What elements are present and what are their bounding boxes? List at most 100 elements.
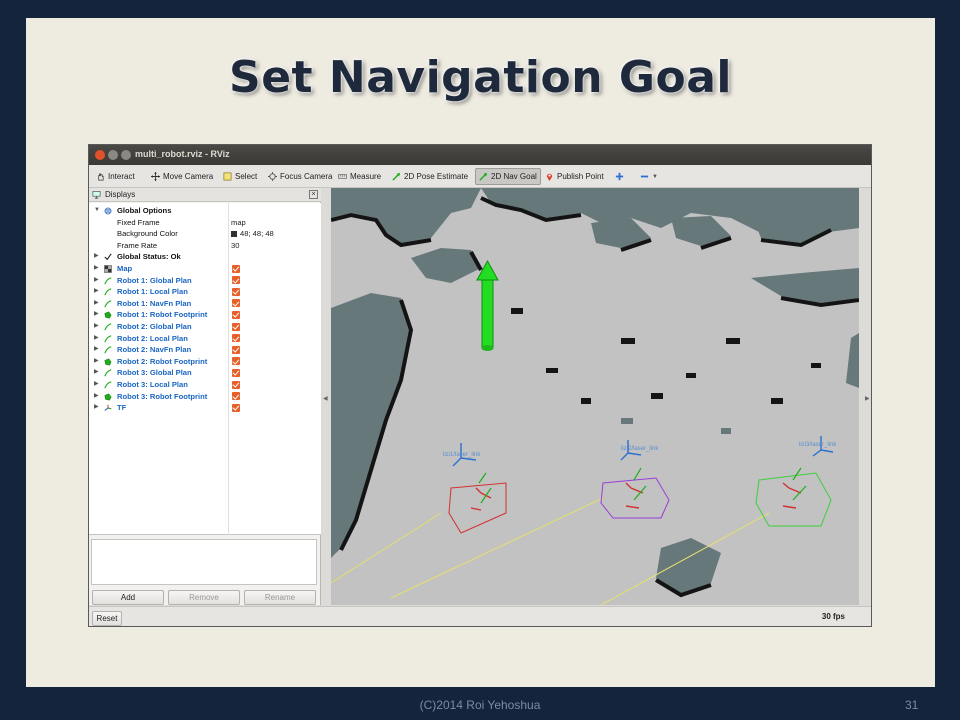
enable-checkbox[interactable] [232, 276, 240, 285]
expand-right-icon[interactable]: ▶ [94, 402, 99, 414]
expand-right-icon[interactable]: ▶ [94, 356, 99, 368]
tool-2d-nav-goal[interactable]: 2D Nav Goal [475, 168, 541, 185]
maximize-window-icon[interactable] [121, 150, 131, 160]
display-row[interactable]: Background Color 48; 48; 48 [89, 228, 321, 240]
display-row[interactable]: ▶ Robot 1: Local Plan [89, 286, 321, 298]
enable-checkbox[interactable] [232, 368, 240, 377]
display-row[interactable]: ▶ Robot 2: Global Plan [89, 321, 321, 333]
display-row[interactable]: ▶ Robot 1: Robot Footprint [89, 309, 321, 321]
remove-display-button[interactable]: Remove [168, 590, 240, 605]
display-tree: ▼ Global Options Fixed Frame map Background … [89, 203, 321, 535]
display-row-label: Robot 3: Local Plan [117, 380, 188, 389]
displays-panel-header: Displays × [89, 188, 321, 202]
pose-estimate-icon [392, 172, 401, 181]
display-row[interactable]: ▼ Global Options [89, 205, 321, 217]
expand-right-icon[interactable]: ▶ [94, 391, 99, 403]
tool-select[interactable]: Select [220, 168, 260, 185]
color-swatch[interactable] [231, 230, 237, 237]
display-row[interactable]: ▶ Robot 3: Global Plan [89, 367, 321, 379]
display-row-value[interactable]: map [231, 217, 246, 229]
collapse-right-panel-icon[interactable]: ▶ [865, 395, 870, 402]
expand-down-icon[interactable]: ▼ [94, 205, 100, 217]
minimize-window-icon[interactable] [108, 150, 118, 160]
enable-checkbox[interactable] [232, 345, 240, 354]
window-title: multi_robot.rviz - RViz [135, 149, 230, 159]
displays-panel: Displays × ▼ Global Options Fixed Frame map… [89, 188, 321, 605]
tool-interact[interactable]: Interact [93, 168, 138, 185]
path-icon [104, 276, 112, 285]
display-row-value[interactable]: 30 [231, 240, 239, 252]
reset-button[interactable]: Reset [92, 611, 122, 626]
expand-right-icon[interactable]: ▶ [94, 321, 99, 333]
display-row-label: Robot 1: Global Plan [117, 275, 192, 285]
rviz-window: multi_robot.rviz - RViz Interact Move Ca… [88, 144, 872, 627]
enable-checkbox[interactable] [232, 264, 240, 273]
window-titlebar: multi_robot.rviz - RViz [89, 145, 871, 165]
add-display-button[interactable]: Add [92, 590, 164, 605]
expand-right-icon[interactable]: ▶ [94, 286, 99, 298]
expand-right-icon[interactable]: ▶ [94, 263, 99, 275]
map-free-space [331, 188, 859, 605]
tool-remove-minus[interactable]: ▼ [637, 168, 661, 185]
display-row-label: Global Status: Ok [117, 252, 181, 262]
expand-right-icon[interactable]: ▶ [94, 298, 99, 310]
enable-checkbox[interactable] [232, 403, 240, 412]
expand-right-icon[interactable]: ▶ [94, 344, 99, 356]
robot-1-frame-label: lizi1/laser_link [443, 452, 481, 458]
close-window-icon[interactable] [95, 150, 105, 160]
expand-right-icon[interactable]: ▶ [94, 309, 99, 321]
tool-move-camera-label: Move Camera [163, 172, 214, 181]
enable-checkbox[interactable] [232, 357, 240, 366]
tool-measure[interactable]: Measure [335, 168, 384, 185]
display-row[interactable]: ▶ Robot 2: NavFn Plan [89, 344, 321, 356]
tool-publish-point[interactable]: Publish Point [542, 168, 607, 185]
enable-checkbox[interactable] [232, 392, 240, 401]
enable-checkbox[interactable] [232, 310, 240, 319]
rename-display-button[interactable]: Rename [244, 590, 316, 605]
expand-right-icon[interactable]: ▶ [94, 379, 99, 391]
display-row-label: Global Options [117, 206, 172, 215]
display-row-label: Map [117, 264, 133, 273]
display-row[interactable]: ▶ Robot 1: NavFn Plan [89, 298, 321, 310]
display-row[interactable]: ▶ Robot 2: Robot Footprint [89, 356, 321, 368]
display-row[interactable]: Frame Rate 30 [89, 240, 321, 252]
display-row-label: Robot 2: Local Plan [117, 333, 188, 343]
display-row[interactable]: ▶ TF [89, 402, 321, 414]
collapse-left-panel-icon[interactable]: ◀ [323, 395, 328, 402]
select-icon [223, 172, 232, 181]
display-description-box [91, 539, 317, 585]
robot-2-frame-label: lizi2/laser_link [621, 446, 659, 452]
plus-icon [615, 172, 624, 181]
tool-focus-camera[interactable]: Focus Camera [265, 168, 335, 185]
expand-right-icon[interactable]: ▶ [94, 251, 99, 263]
display-row-label: Fixed Frame [117, 217, 160, 227]
display-row[interactable]: ▶ Robot 3: Local Plan [89, 379, 321, 391]
display-row[interactable]: ▶ Robot 2: Local Plan [89, 333, 321, 345]
monitor-icon [92, 191, 101, 199]
tool-add-plus[interactable] [612, 168, 627, 185]
display-row-label: Robot 2: Robot Footprint [117, 356, 208, 366]
map-render[interactable]: lizi1/laser_link lizi2/laser_link lizi3/… [331, 188, 859, 605]
display-row-value[interactable]: 48; 48; 48 [240, 228, 274, 240]
tool-2d-pose-estimate[interactable]: 2D Pose Estimate [389, 168, 471, 185]
enable-checkbox[interactable] [232, 322, 240, 331]
display-row[interactable]: ▶ Global Status: Ok [89, 251, 321, 263]
tool-move-camera[interactable]: Move Camera [148, 168, 216, 185]
expand-right-icon[interactable]: ▶ [94, 275, 99, 287]
path-icon [104, 323, 112, 331]
display-row[interactable]: ▶ Map [89, 263, 321, 275]
enable-checkbox[interactable] [232, 287, 240, 296]
display-row[interactable]: ▶ Robot 3: Robot Footprint [89, 391, 321, 403]
display-row[interactable]: Fixed Frame map [89, 217, 321, 229]
expand-right-icon[interactable]: ▶ [94, 333, 99, 345]
enable-checkbox[interactable] [232, 380, 240, 389]
3d-viewport[interactable]: lizi1/laser_link lizi2/laser_link lizi3/… [331, 188, 859, 605]
display-row[interactable]: ▶ Robot 1: Global Plan [89, 275, 321, 287]
enable-checkbox[interactable] [232, 299, 240, 308]
enable-checkbox[interactable] [232, 334, 240, 343]
map-icon [104, 265, 112, 273]
expand-right-icon[interactable]: ▶ [94, 367, 99, 379]
close-icon[interactable]: × [309, 190, 318, 199]
tool-interact-label: Interact [108, 172, 135, 181]
path-icon [104, 288, 112, 296]
